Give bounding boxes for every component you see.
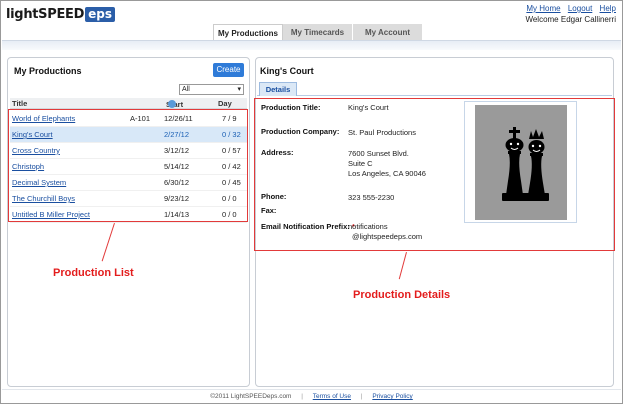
table-row[interactable]: Decimal System 6/30/12 0 / 45	[10, 175, 247, 191]
production-title-label: Production Title:	[261, 103, 321, 112]
row-day: 0 / 0	[222, 194, 237, 203]
table-header: Title Start Day	[10, 98, 247, 109]
chess-pieces-image	[475, 105, 567, 220]
chess-king-queen-icon	[502, 127, 549, 201]
row-title[interactable]: Untitled B Miller Project	[12, 207, 90, 223]
main-tabs: My Productions My Timecards My Account	[213, 24, 423, 41]
col-title[interactable]: Title	[12, 99, 27, 108]
productions-panel: My Productions Create All ▾ Title Start …	[7, 57, 250, 387]
row-start: 9/23/12	[164, 194, 190, 203]
address-label: Address:	[261, 148, 294, 157]
copyright-text: ©2011 LightSPEEDeps.com	[210, 393, 292, 400]
email-prefix-label: Email Notification Prefix: *	[261, 222, 355, 231]
row-title[interactable]: World of Elephants	[12, 111, 75, 127]
tab-my-account[interactable]: My Account	[353, 24, 423, 41]
row-day: 0 / 42	[222, 162, 241, 171]
tab-my-timecards[interactable]: My Timecards	[283, 24, 353, 41]
top-links: My Home Logout Help Welcome Edgar Callin…	[521, 4, 616, 24]
row-start: 2/27/12	[164, 130, 190, 139]
row-start: 6/30/12	[164, 178, 190, 187]
help-link[interactable]: Help	[600, 4, 616, 13]
logout-link[interactable]: Logout	[568, 4, 592, 13]
filter-select[interactable]: All ▾	[179, 84, 244, 95]
privacy-link[interactable]: Privacy Policy	[372, 393, 412, 400]
production-details-annotation: Production Details	[353, 289, 451, 301]
row-day: 0 / 45	[222, 178, 241, 187]
table-row[interactable]: Christoph 5/14/12 0 / 42	[10, 159, 247, 175]
details-title: King's Court	[260, 66, 314, 76]
tab-my-productions[interactable]: My Productions	[213, 24, 283, 41]
email-prefix-label-text: Email Notification Prefix:	[261, 222, 350, 231]
logo-box: eps	[85, 6, 116, 22]
address-line-2: Suite C	[348, 159, 373, 168]
email-prefix-value: notifications @lightspeedeps.com	[348, 222, 422, 242]
row-title[interactable]: King's Court	[12, 127, 53, 143]
footer-separator: |	[360, 393, 363, 400]
terms-link[interactable]: Terms of Use	[313, 393, 351, 400]
row-title[interactable]: The Churchill Boys	[12, 191, 75, 207]
row-day: 7 / 9	[222, 114, 237, 123]
company-value: St. Paul Productions	[348, 128, 416, 137]
table-row[interactable]: Untitled B Miller Project 1/14/13 0 / 0	[10, 207, 247, 223]
row-day: 0 / 32	[222, 130, 241, 139]
table-row[interactable]: The Churchill Boys 9/23/12 0 / 0	[10, 191, 247, 207]
create-button[interactable]: Create	[213, 63, 244, 77]
welcome-text: Welcome Edgar Callinerri	[525, 15, 616, 24]
row-start: 5/14/12	[164, 162, 190, 171]
production-rows: World of Elephants A-101 12/26/11 7 / 9 …	[10, 111, 247, 223]
row-start: 12/26/11	[164, 114, 193, 123]
row-start: 1/14/13	[164, 210, 190, 219]
row-title[interactable]: Christoph	[12, 159, 44, 175]
panel-title: My Productions	[14, 66, 82, 76]
details-tab-row: Details	[257, 82, 612, 96]
address-line-1: 7600 Sunset Blvd.	[348, 149, 409, 158]
email-line-1: notifications	[348, 222, 388, 231]
email-line-2: @lightspeedeps.com	[352, 232, 423, 241]
logo-text: lightSPEED	[6, 6, 85, 22]
fax-label: Fax:	[261, 206, 277, 215]
production-image-frame	[464, 101, 577, 223]
production-list-annotation: Production List	[53, 267, 134, 279]
sort-icon[interactable]	[168, 100, 176, 108]
details-panel: King's Court Details Production Title: K…	[255, 57, 614, 387]
row-title[interactable]: Decimal System	[12, 175, 66, 191]
app-window: lightSPEED eps My Home Logout Help Welco…	[0, 0, 623, 404]
address-value: 7600 Sunset Blvd. Suite C Los Angeles, C…	[348, 149, 426, 179]
footer-separator: |	[301, 393, 303, 400]
logo: lightSPEED eps	[6, 5, 116, 23]
tab-details[interactable]: Details	[259, 82, 297, 96]
row-day: 0 / 0	[222, 210, 237, 219]
row-day: 0 / 57	[222, 146, 241, 155]
company-label: Production Company:	[261, 127, 340, 136]
row-code: A-101	[130, 114, 151, 123]
tab-bar-strip	[2, 40, 621, 50]
my-home-link[interactable]: My Home	[526, 4, 560, 13]
production-title-value: King's Court	[348, 103, 389, 112]
row-title[interactable]: Cross Country	[12, 143, 60, 159]
footer-divider	[2, 389, 621, 390]
address-line-3: Los Angeles, CA 90046	[348, 169, 426, 178]
phone-value: 323 555-2230	[348, 193, 395, 202]
footer: ©2011 LightSPEEDeps.com | Terms of Use |…	[1, 393, 622, 400]
table-row[interactable]: King's Court 2/27/12 0 / 32	[10, 127, 247, 143]
table-row[interactable]: Cross Country 3/12/12 0 / 57	[10, 143, 247, 159]
phone-label: Phone:	[261, 192, 287, 201]
col-day[interactable]: Day	[218, 99, 232, 108]
table-row[interactable]: World of Elephants A-101 12/26/11 7 / 9	[10, 111, 247, 127]
chevron-down-icon: ▾	[237, 86, 241, 93]
row-start: 3/12/12	[164, 146, 190, 155]
filter-value: All	[182, 86, 190, 93]
